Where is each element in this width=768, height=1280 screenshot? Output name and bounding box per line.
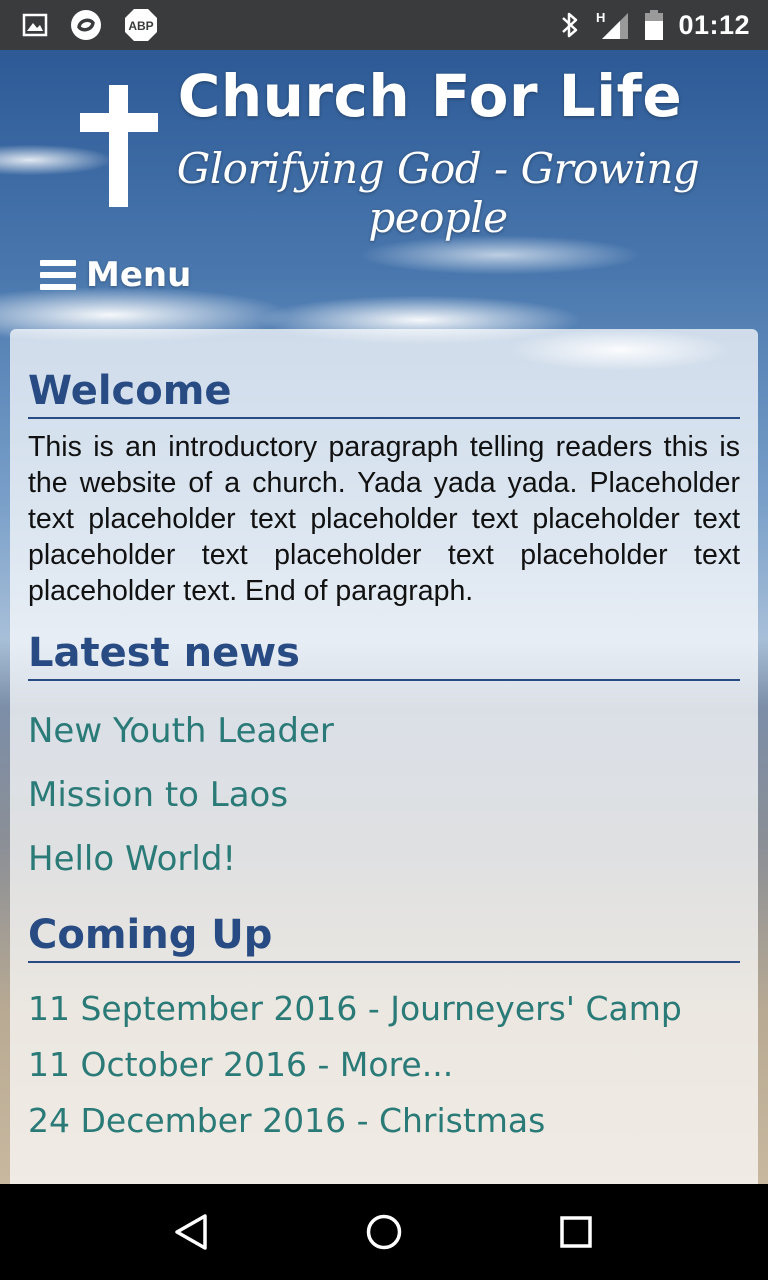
back-button[interactable] xyxy=(162,1202,222,1262)
recents-icon xyxy=(560,1216,592,1248)
back-icon xyxy=(175,1214,207,1250)
welcome-heading: Welcome xyxy=(28,369,740,419)
home-icon xyxy=(366,1214,402,1250)
cross-logo-icon xyxy=(80,85,158,207)
news-link[interactable]: Hello World! xyxy=(28,839,236,879)
news-link[interactable]: Mission to Laos xyxy=(28,775,288,815)
bluetooth-icon xyxy=(560,10,580,40)
recents-button[interactable] xyxy=(546,1202,606,1262)
navigation-bar xyxy=(0,1184,768,1280)
signal-icon: H xyxy=(594,9,630,41)
sync-icon xyxy=(70,9,102,41)
latest-news-heading: Latest news xyxy=(28,631,740,681)
status-notifications: ABP xyxy=(22,8,158,42)
network-type-label: H xyxy=(596,10,605,25)
news-item[interactable]: New Youth Leader xyxy=(28,699,740,763)
web-page: Church For Life Glorifying God - Growing… xyxy=(0,50,768,1184)
home-button[interactable] xyxy=(354,1202,414,1262)
clock: 01:12 xyxy=(678,9,750,40)
coming-up-heading: Coming Up xyxy=(28,913,740,963)
news-item[interactable]: Hello World! xyxy=(28,827,740,891)
hamburger-icon xyxy=(40,260,76,290)
status-bar: ABP H 01:12 xyxy=(0,0,768,50)
intro-paragraph: This is an introductory paragraph tellin… xyxy=(28,431,740,607)
site-title[interactable]: Church For Life xyxy=(170,62,690,130)
event-link[interactable]: 24 December 2016 - Christmas xyxy=(28,1101,545,1140)
image-icon xyxy=(22,13,48,37)
menu-button[interactable]: Menu xyxy=(40,255,191,295)
news-list: New Youth Leader Mission to Laos Hello W… xyxy=(28,699,740,891)
news-item[interactable]: Mission to Laos xyxy=(28,763,740,827)
status-system: H 01:12 xyxy=(560,9,750,41)
event-link[interactable]: 11 October 2016 - More... xyxy=(28,1045,453,1084)
adblock-icon: ABP xyxy=(124,8,158,42)
events-list: 11 September 2016 - Journeyers' Camp 11 … xyxy=(28,981,740,1149)
adblock-label: ABP xyxy=(128,19,153,33)
event-link[interactable]: 11 September 2016 - Journeyers' Camp xyxy=(28,989,682,1028)
event-item[interactable]: 11 October 2016 - More... xyxy=(28,1037,740,1093)
menu-label: Menu xyxy=(86,255,192,295)
main-content: Welcome This is an introductory paragrap… xyxy=(10,329,758,1184)
battery-icon xyxy=(644,9,664,41)
site-header: Church For Life Glorifying God - Growing… xyxy=(0,50,768,330)
site-tagline: Glorifying God - Growing people xyxy=(176,144,700,242)
event-item[interactable]: 24 December 2016 - Christmas xyxy=(28,1093,740,1149)
event-item[interactable]: 11 September 2016 - Journeyers' Camp xyxy=(28,981,740,1037)
news-link[interactable]: New Youth Leader xyxy=(28,711,334,751)
